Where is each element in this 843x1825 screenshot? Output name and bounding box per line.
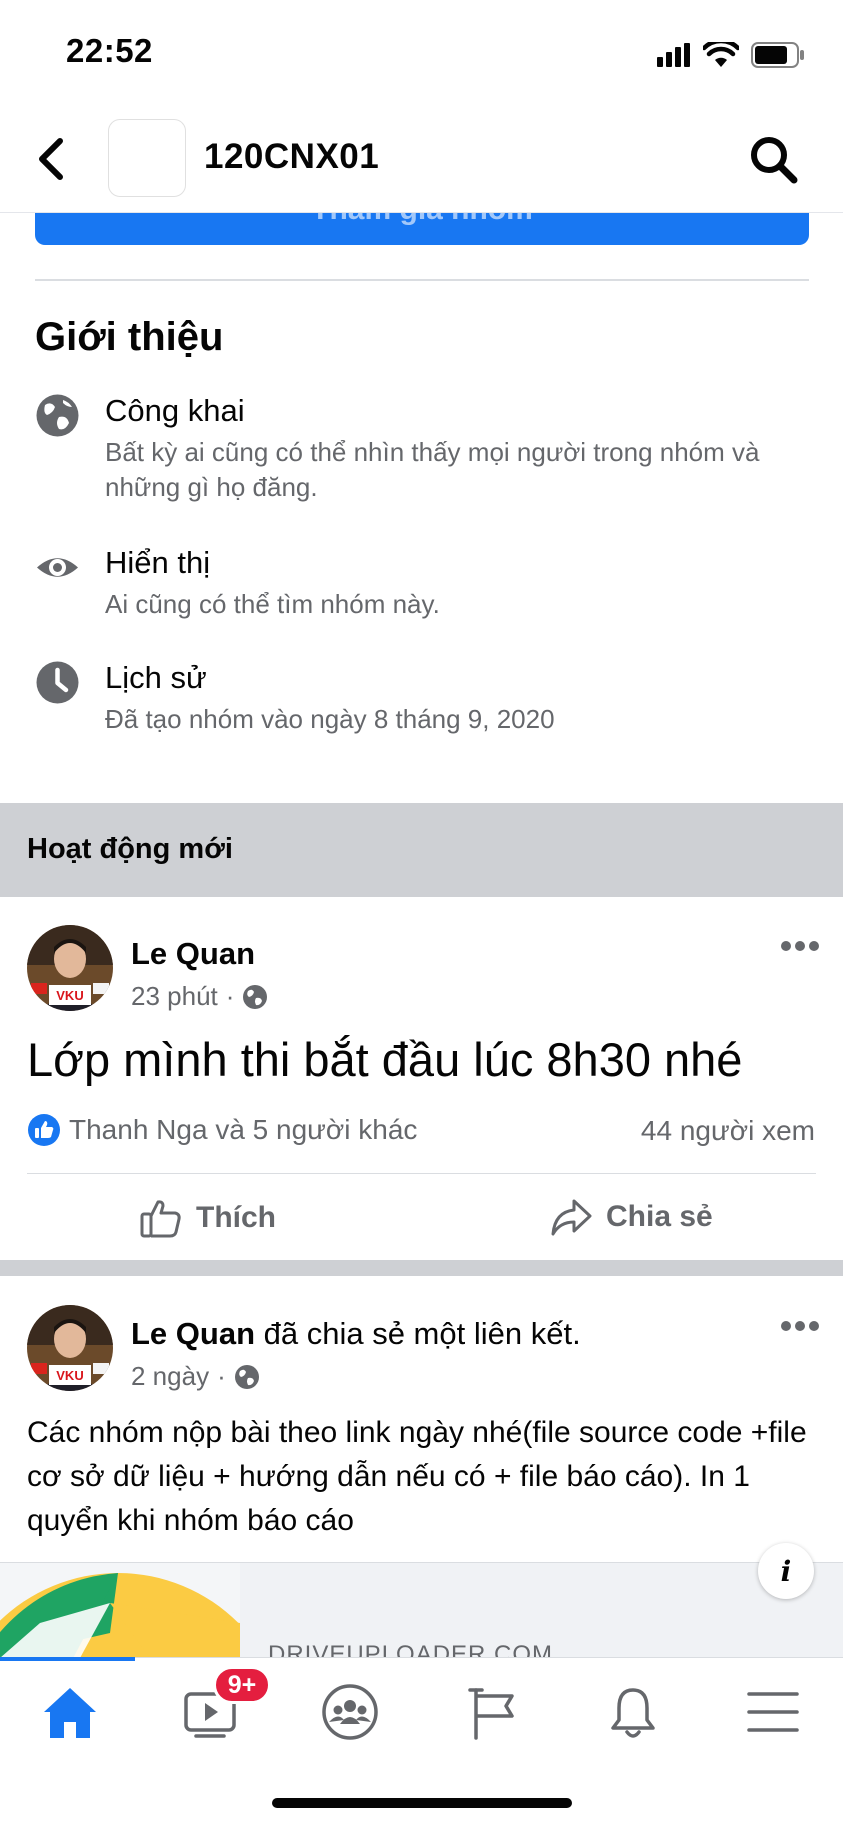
post-time[interactable]: 2 ngày <box>131 1361 209 1392</box>
avatar-logo-text: VKU <box>56 1368 83 1383</box>
like-reaction-icon <box>28 1114 60 1146</box>
info-icon: i <box>780 1554 792 1588</box>
recent-activity-title: Hoạt động mới <box>27 833 233 865</box>
group-avatar[interactable] <box>108 119 186 197</box>
pages-flag-icon[interactable] <box>462 1682 522 1742</box>
meta-dot: · <box>225 981 235 1011</box>
wifi-icon <box>703 42 739 67</box>
history-label: Lịch sử <box>105 660 207 695</box>
visibility-label: Hiển thị <box>105 545 211 580</box>
like-label: Thích <box>196 1201 276 1234</box>
post-text: Lớp mình thi bắt đầu lúc 8h30 nhé <box>27 1033 743 1086</box>
privacy-label: Công khai <box>105 393 245 428</box>
join-group-label: Tham gia nhóm <box>35 213 809 227</box>
share-button[interactable]: Chia sẻ <box>550 1198 713 1236</box>
info-button[interactable]: i <box>758 1543 814 1599</box>
avatar-photo: VKU <box>27 1305 113 1391</box>
post-author[interactable]: Le Quan <box>131 1316 255 1351</box>
menu-icon[interactable] <box>743 1682 803 1742</box>
link-domain: DRIVEUPLOADER.COM <box>268 1641 554 1657</box>
visibility-description: Ai cũng có thể tìm nhóm này. <box>105 589 440 619</box>
divider <box>35 279 809 281</box>
post-separator <box>0 1260 843 1276</box>
status-bar: 22:52 <box>0 0 843 105</box>
battery-icon <box>751 42 804 68</box>
post-meta: 2 ngày · <box>131 1361 260 1392</box>
share-label: Chia sẻ <box>606 1200 713 1233</box>
drive-logo-image <box>0 1563 240 1657</box>
home-indicator <box>272 1798 572 1808</box>
avatar[interactable]: VKU <box>27 925 113 1011</box>
watch-notification-badge: 9+ <box>213 1666 271 1704</box>
home-icon[interactable] <box>40 1682 100 1742</box>
status-icons <box>657 38 805 72</box>
privacy-description: Bất kỳ ai cũng có thể nhìn thấy mọi ngườ… <box>105 437 760 502</box>
globe-icon <box>234 1364 259 1389</box>
share-arrow-icon <box>551 1199 592 1236</box>
group-header: 120CNX01 <box>0 105 843 213</box>
link-preview[interactable]: DRIVEUPLOADER.COM <box>0 1562 843 1657</box>
eye-icon <box>37 558 78 577</box>
about-title: Giới thiệu <box>35 315 224 359</box>
post-author-line: Le Quan đã chia sẻ một liên kết. <box>131 1316 581 1352</box>
avatar-logo-text: VKU <box>56 988 83 1003</box>
history-description: Đã tạo nhóm vào ngày 8 tháng 9, 2020 <box>105 704 555 734</box>
post-text: Các nhóm nộp bài theo link ngày nhé(file… <box>27 1416 807 1537</box>
views-count: 44 người xem <box>640 1115 815 1146</box>
more-options-icon[interactable] <box>780 939 820 953</box>
thumbs-up-icon <box>140 1200 181 1238</box>
globe-icon <box>36 394 79 437</box>
join-group-button[interactable]: Tham gia nhóm <box>35 213 809 245</box>
search-icon[interactable] <box>749 135 799 185</box>
more-options-icon[interactable] <box>780 1319 820 1333</box>
groups-icon[interactable] <box>320 1682 380 1742</box>
post-author[interactable]: Le Quan <box>131 936 255 972</box>
avatar[interactable]: VKU <box>27 1305 113 1391</box>
post-time[interactable]: 23 phút <box>131 981 218 1012</box>
divider <box>27 1173 816 1174</box>
reactions-text: Thanh Nga và 5 người khác <box>69 1114 418 1145</box>
meta-dot: · <box>217 1361 226 1391</box>
signal-icon <box>657 43 690 67</box>
shared-link-text: đã chia sẻ một liên kết. <box>255 1316 581 1351</box>
status-time: 22:52 <box>66 32 153 69</box>
reactions-summary[interactable]: Thanh Nga và 5 người khác <box>27 1113 417 1147</box>
recent-activity-header: Hoạt động mới <box>0 803 843 897</box>
like-button[interactable]: Thích <box>140 1198 276 1238</box>
link-thumbnail <box>0 1563 240 1657</box>
clock-icon <box>36 661 79 704</box>
post-meta: 23 phút · <box>131 981 268 1012</box>
back-arrow-icon[interactable] <box>32 135 72 183</box>
avatar-photo: VKU <box>27 925 113 1011</box>
active-tab-indicator <box>0 1657 135 1661</box>
group-title[interactable]: 120CNX01 <box>204 137 379 177</box>
notifications-bell-icon[interactable] <box>603 1682 663 1742</box>
globe-icon <box>243 984 268 1009</box>
